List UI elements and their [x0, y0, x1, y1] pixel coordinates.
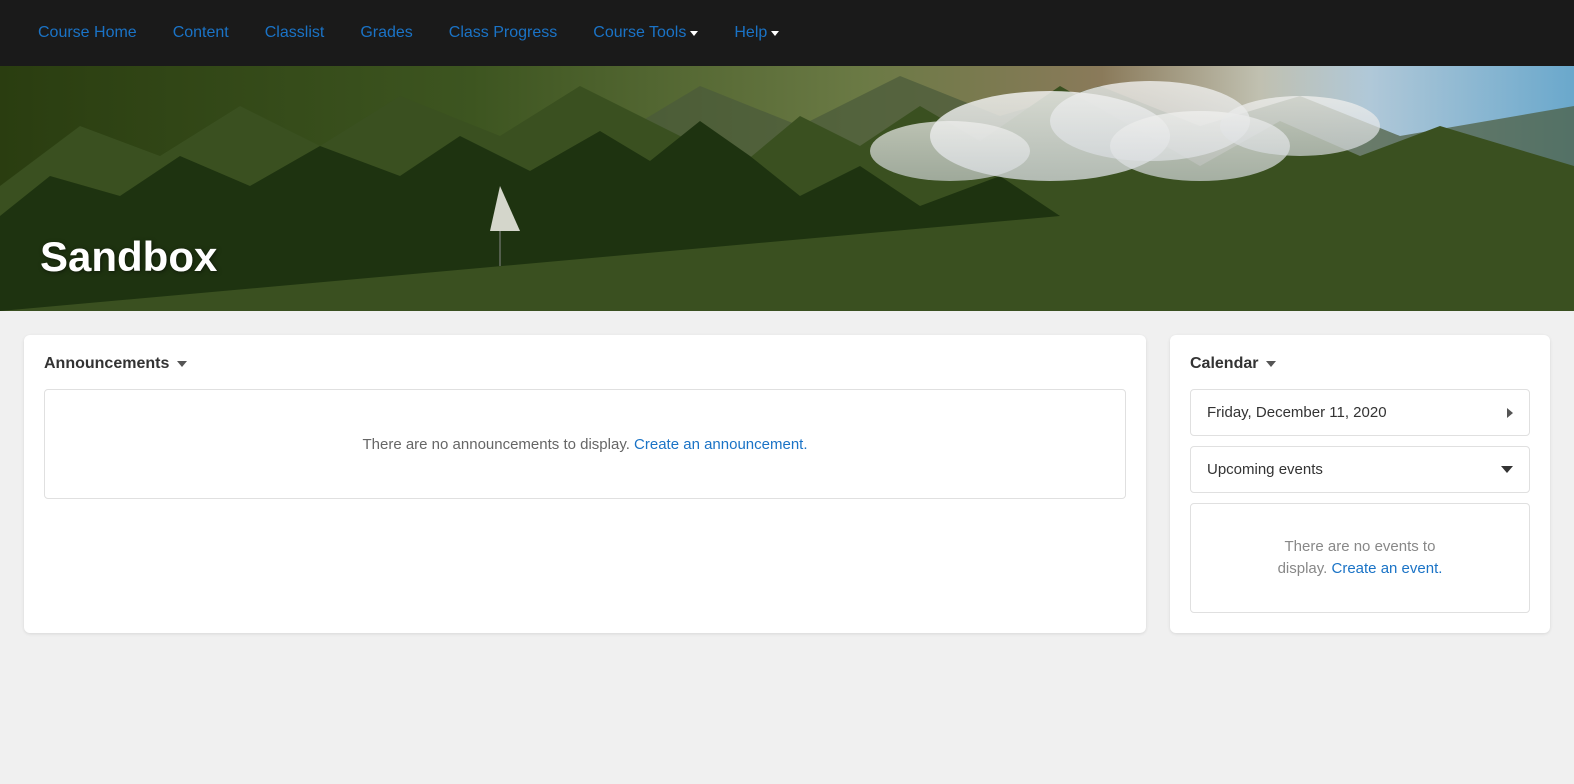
upcoming-events-row[interactable]: Upcoming events — [1190, 446, 1530, 493]
nav-grades[interactable]: Grades — [342, 0, 430, 66]
announcements-empty-text: There are no announcements to display. C… — [362, 436, 807, 453]
course-tools-chevron-icon — [690, 31, 698, 36]
no-events-box: There are no events to display. Create a… — [1190, 503, 1530, 613]
calendar-next-icon — [1507, 408, 1513, 418]
nav-class-progress[interactable]: Class Progress — [431, 0, 575, 66]
hero-banner: Sandbox — [0, 66, 1574, 311]
calendar-date: Friday, December 11, 2020 — [1207, 404, 1387, 421]
announcements-panel: Announcements There are no announcements… — [24, 335, 1146, 633]
create-announcement-link[interactable]: Create an announcement. — [634, 436, 807, 453]
help-chevron-icon — [771, 31, 779, 36]
nav-classlist[interactable]: Classlist — [247, 0, 343, 66]
calendar-panel: Calendar Friday, December 11, 2020 Upcom… — [1170, 335, 1550, 633]
nav-course-tools-label: Course Tools — [593, 24, 686, 42]
calendar-chevron-icon[interactable] — [1266, 361, 1276, 367]
hero-title: Sandbox — [40, 233, 217, 281]
upcoming-events-chevron-icon — [1501, 466, 1513, 473]
upcoming-events-label: Upcoming events — [1207, 461, 1323, 478]
no-events-text: There are no events to display. Create a… — [1278, 536, 1443, 581]
calendar-date-row[interactable]: Friday, December 11, 2020 — [1190, 389, 1530, 436]
nav-help-label: Help — [734, 24, 767, 42]
nav-help[interactable]: Help — [716, 0, 797, 66]
nav-course-tools[interactable]: Course Tools — [575, 0, 716, 66]
nav-course-home[interactable]: Course Home — [20, 0, 155, 66]
announcements-title: Announcements — [44, 355, 169, 373]
announcements-chevron-icon[interactable] — [177, 361, 187, 367]
calendar-title: Calendar — [1190, 355, 1258, 373]
calendar-header: Calendar — [1190, 355, 1530, 373]
nav-content[interactable]: Content — [155, 0, 247, 66]
announcements-header: Announcements — [44, 355, 1126, 373]
announcements-box: There are no announcements to display. C… — [44, 389, 1126, 499]
create-event-link[interactable]: Create an event. — [1332, 560, 1443, 577]
main-nav: Course Home Content Classlist Grades Cla… — [0, 0, 1574, 66]
calendar-card: Calendar Friday, December 11, 2020 Upcom… — [1170, 335, 1550, 633]
main-content: Announcements There are no announcements… — [0, 311, 1574, 657]
